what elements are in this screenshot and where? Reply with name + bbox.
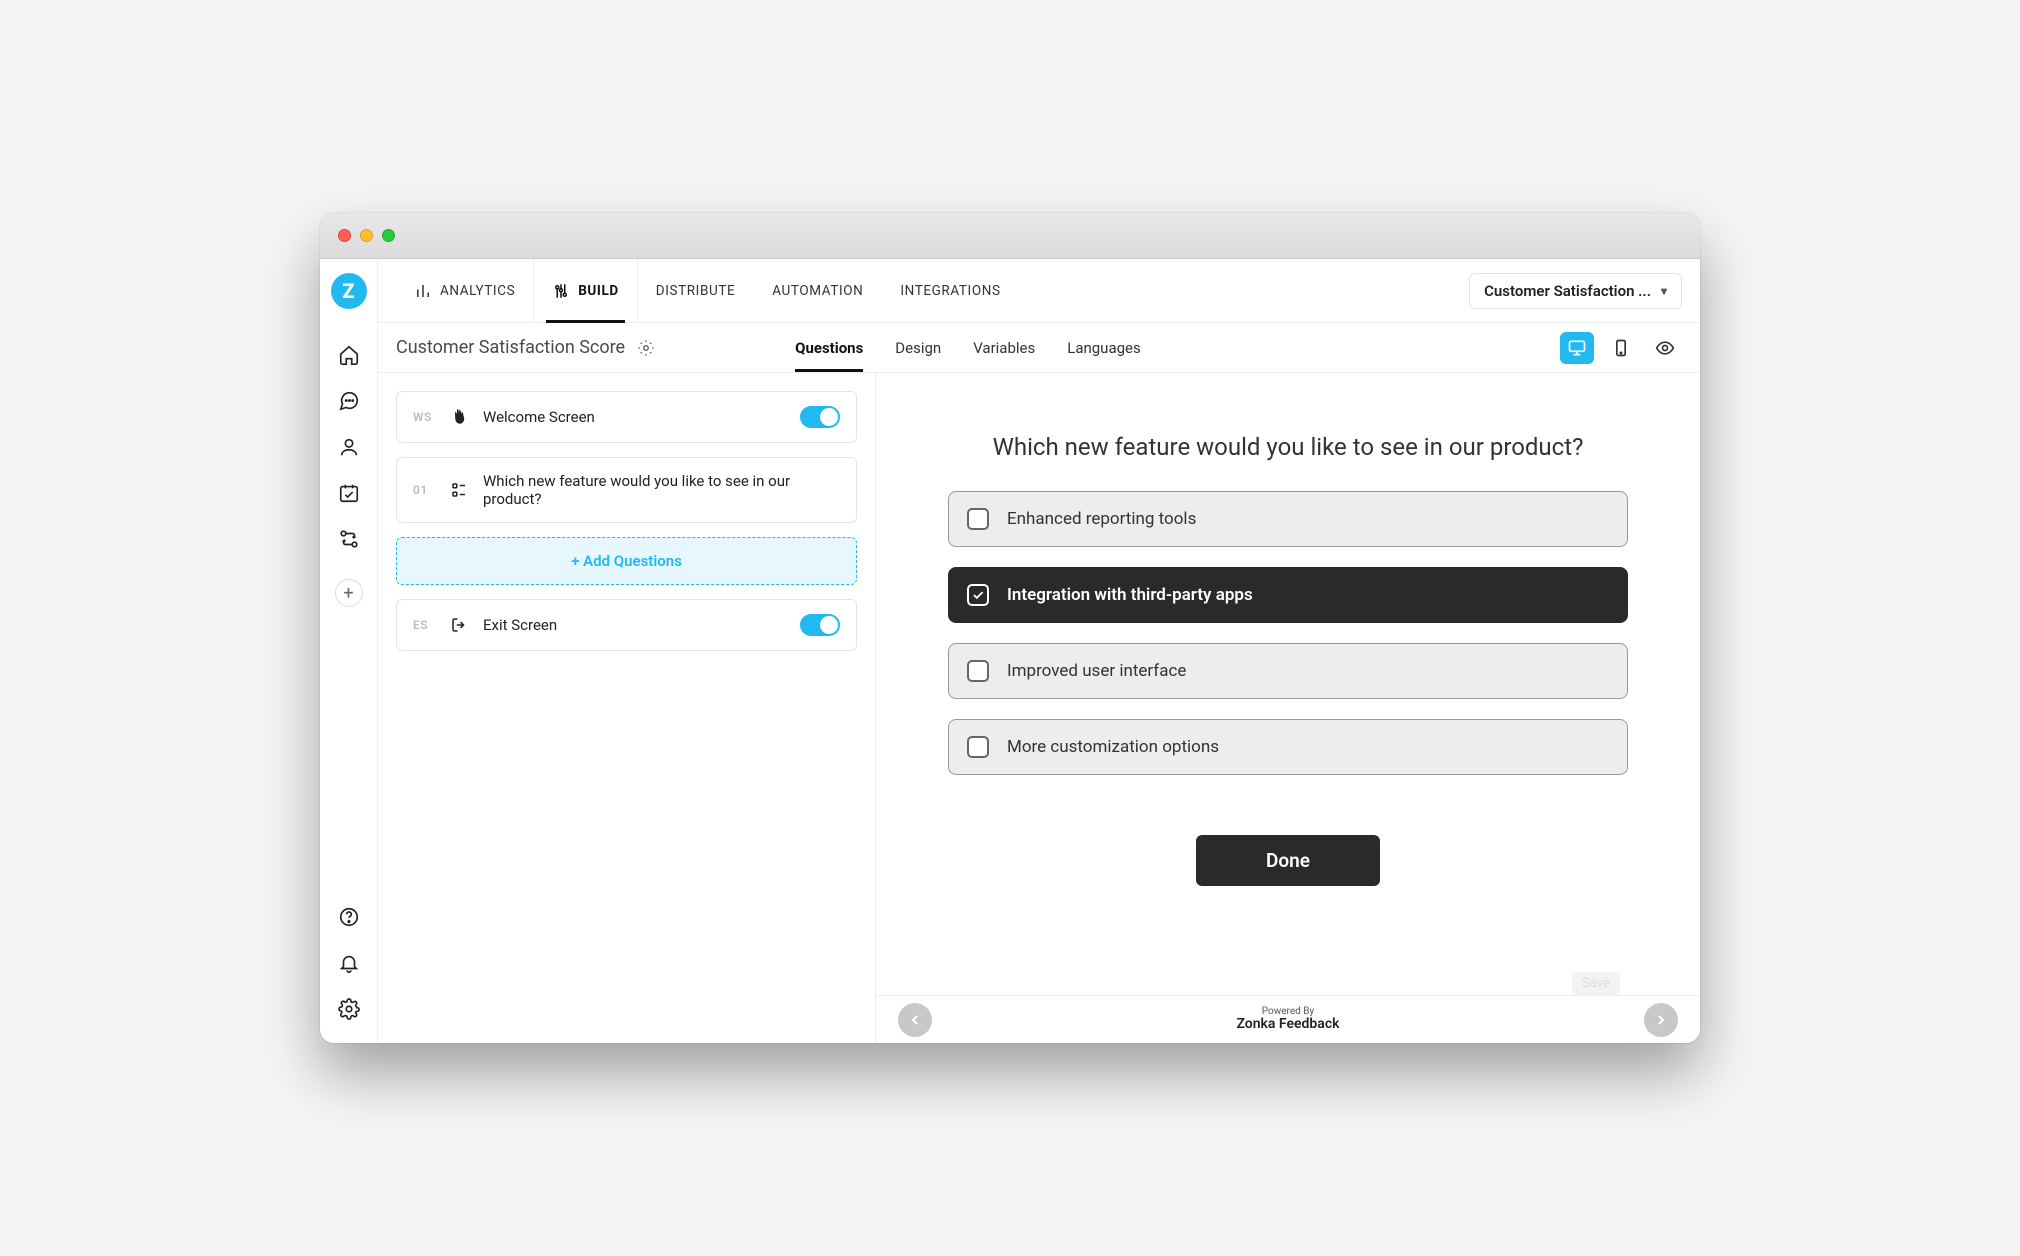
bars-icon [414, 282, 432, 300]
topnav-label: BUILD [578, 283, 619, 299]
maximize-window-button[interactable] [382, 229, 395, 242]
chevron-down-icon: ▾ [1661, 284, 1667, 298]
survey-selector[interactable]: Customer Satisfaction ... ▾ [1469, 273, 1682, 309]
add-question-label: + Add Questions [571, 552, 682, 570]
option-2[interactable]: Integration with third-party apps [948, 567, 1628, 623]
card-label: Which new feature would you like to see … [483, 472, 840, 508]
topnav-distribute[interactable]: DISTRIBUTE [638, 259, 755, 322]
topnav-label: INTEGRATIONS [900, 283, 1000, 299]
prev-button[interactable] [898, 1003, 932, 1037]
done-button[interactable]: Done [1196, 835, 1380, 886]
tab-design[interactable]: Design [895, 325, 941, 371]
window-frame: Z + [320, 213, 1700, 1043]
question-title: Which new feature would you like to see … [993, 433, 1584, 461]
card-prefix: WS [413, 410, 435, 424]
subtabs: Questions Design Variables Languages [795, 325, 1141, 371]
survey-title-text: Customer Satisfaction Score [396, 337, 625, 358]
tab-languages[interactable]: Languages [1067, 325, 1141, 371]
option-label: Improved user interface [1007, 661, 1186, 681]
topnav-automation[interactable]: AUTOMATION [754, 259, 882, 322]
card-label: Exit Screen [483, 616, 786, 634]
mobile-preview-button[interactable] [1604, 332, 1638, 364]
card-prefix: 01 [413, 483, 435, 497]
checkbox-checked-icon [967, 584, 989, 606]
gear-icon[interactable] [337, 997, 361, 1021]
question-card-01[interactable]: 01 Which new feature would you like to s… [396, 457, 857, 523]
preview-eye-button[interactable] [1648, 332, 1682, 364]
workflow-icon[interactable] [337, 527, 361, 551]
option-label: More customization options [1007, 737, 1219, 757]
titlebar [320, 213, 1700, 259]
traffic-lights [338, 229, 395, 242]
option-label: Integration with third-party apps [1007, 585, 1253, 605]
topbar: ANALYTICS BUILD DISTRIBUTE AUTOMATION IN… [378, 259, 1700, 323]
preview-footer: Powered By Zonka Feedback [876, 995, 1700, 1043]
topnav: ANALYTICS BUILD DISTRIBUTE AUTOMATION IN… [396, 259, 1020, 322]
minimize-window-button[interactable] [360, 229, 373, 242]
welcome-screen-card[interactable]: WS Welcome Screen [396, 391, 857, 443]
option-1[interactable]: Enhanced reporting tools [948, 491, 1628, 547]
checklist-icon [449, 480, 469, 500]
powered-by: Powered By Zonka Feedback [1236, 1006, 1339, 1032]
sidebar-bottom [337, 905, 361, 1043]
builder-panel: WS Welcome Screen 01 Which new feature w… [378, 373, 876, 1043]
next-button[interactable] [1644, 1003, 1678, 1037]
add-question-button[interactable]: + Add Questions [396, 537, 857, 585]
add-button[interactable]: + [335, 579, 363, 607]
sidebar: Z + [320, 259, 378, 1043]
checkbox-icon [967, 660, 989, 682]
exit-icon [449, 615, 469, 635]
help-icon[interactable] [337, 905, 361, 929]
topnav-label: ANALYTICS [440, 283, 515, 299]
top-right: Customer Satisfaction ... ▾ [1469, 273, 1682, 309]
tab-questions[interactable]: Questions [795, 325, 863, 371]
preview-body: Which new feature would you like to see … [876, 373, 1700, 995]
welcome-toggle[interactable] [800, 406, 840, 428]
topnav-build[interactable]: BUILD [534, 259, 638, 322]
save-button-ghost[interactable]: Save [1572, 972, 1620, 995]
subbar: Customer Satisfaction Score Questions De… [378, 323, 1700, 373]
option-3[interactable]: Improved user interface [948, 643, 1628, 699]
main: ANALYTICS BUILD DISTRIBUTE AUTOMATION IN… [378, 259, 1700, 1043]
survey-title: Customer Satisfaction Score [396, 337, 655, 358]
sub-right [1560, 332, 1682, 364]
powered-brand: Zonka Feedback [1236, 1017, 1339, 1032]
checkbox-icon [967, 736, 989, 758]
home-icon[interactable] [337, 343, 361, 367]
option-label: Enhanced reporting tools [1007, 509, 1196, 529]
topnav-label: AUTOMATION [772, 283, 863, 299]
survey-selector-label: Customer Satisfaction ... [1484, 282, 1651, 300]
exit-toggle[interactable] [800, 614, 840, 636]
exit-screen-card[interactable]: ES Exit Screen [396, 599, 857, 651]
tab-variables[interactable]: Variables [973, 325, 1035, 371]
user-icon[interactable] [337, 435, 361, 459]
option-4[interactable]: More customization options [948, 719, 1628, 775]
card-prefix: ES [413, 618, 435, 632]
logo[interactable]: Z [320, 259, 378, 323]
preview-panel: Which new feature would you like to see … [876, 373, 1700, 1043]
topnav-label: DISTRIBUTE [656, 283, 736, 299]
content: WS Welcome Screen 01 Which new feature w… [378, 373, 1700, 1043]
sidebar-items: + [335, 343, 363, 607]
logo-letter: Z [331, 273, 367, 309]
wave-icon [449, 407, 469, 427]
tools-icon [552, 282, 570, 300]
app: Z + [320, 259, 1700, 1043]
checkbox-icon [967, 508, 989, 530]
desktop-preview-button[interactable] [1560, 332, 1594, 364]
calendar-check-icon[interactable] [337, 481, 361, 505]
close-window-button[interactable] [338, 229, 351, 242]
settings-icon[interactable] [637, 339, 655, 357]
bell-icon[interactable] [337, 951, 361, 975]
topnav-analytics[interactable]: ANALYTICS [396, 259, 534, 322]
topnav-integrations[interactable]: INTEGRATIONS [882, 259, 1019, 322]
chat-icon[interactable] [337, 389, 361, 413]
card-label: Welcome Screen [483, 408, 786, 426]
